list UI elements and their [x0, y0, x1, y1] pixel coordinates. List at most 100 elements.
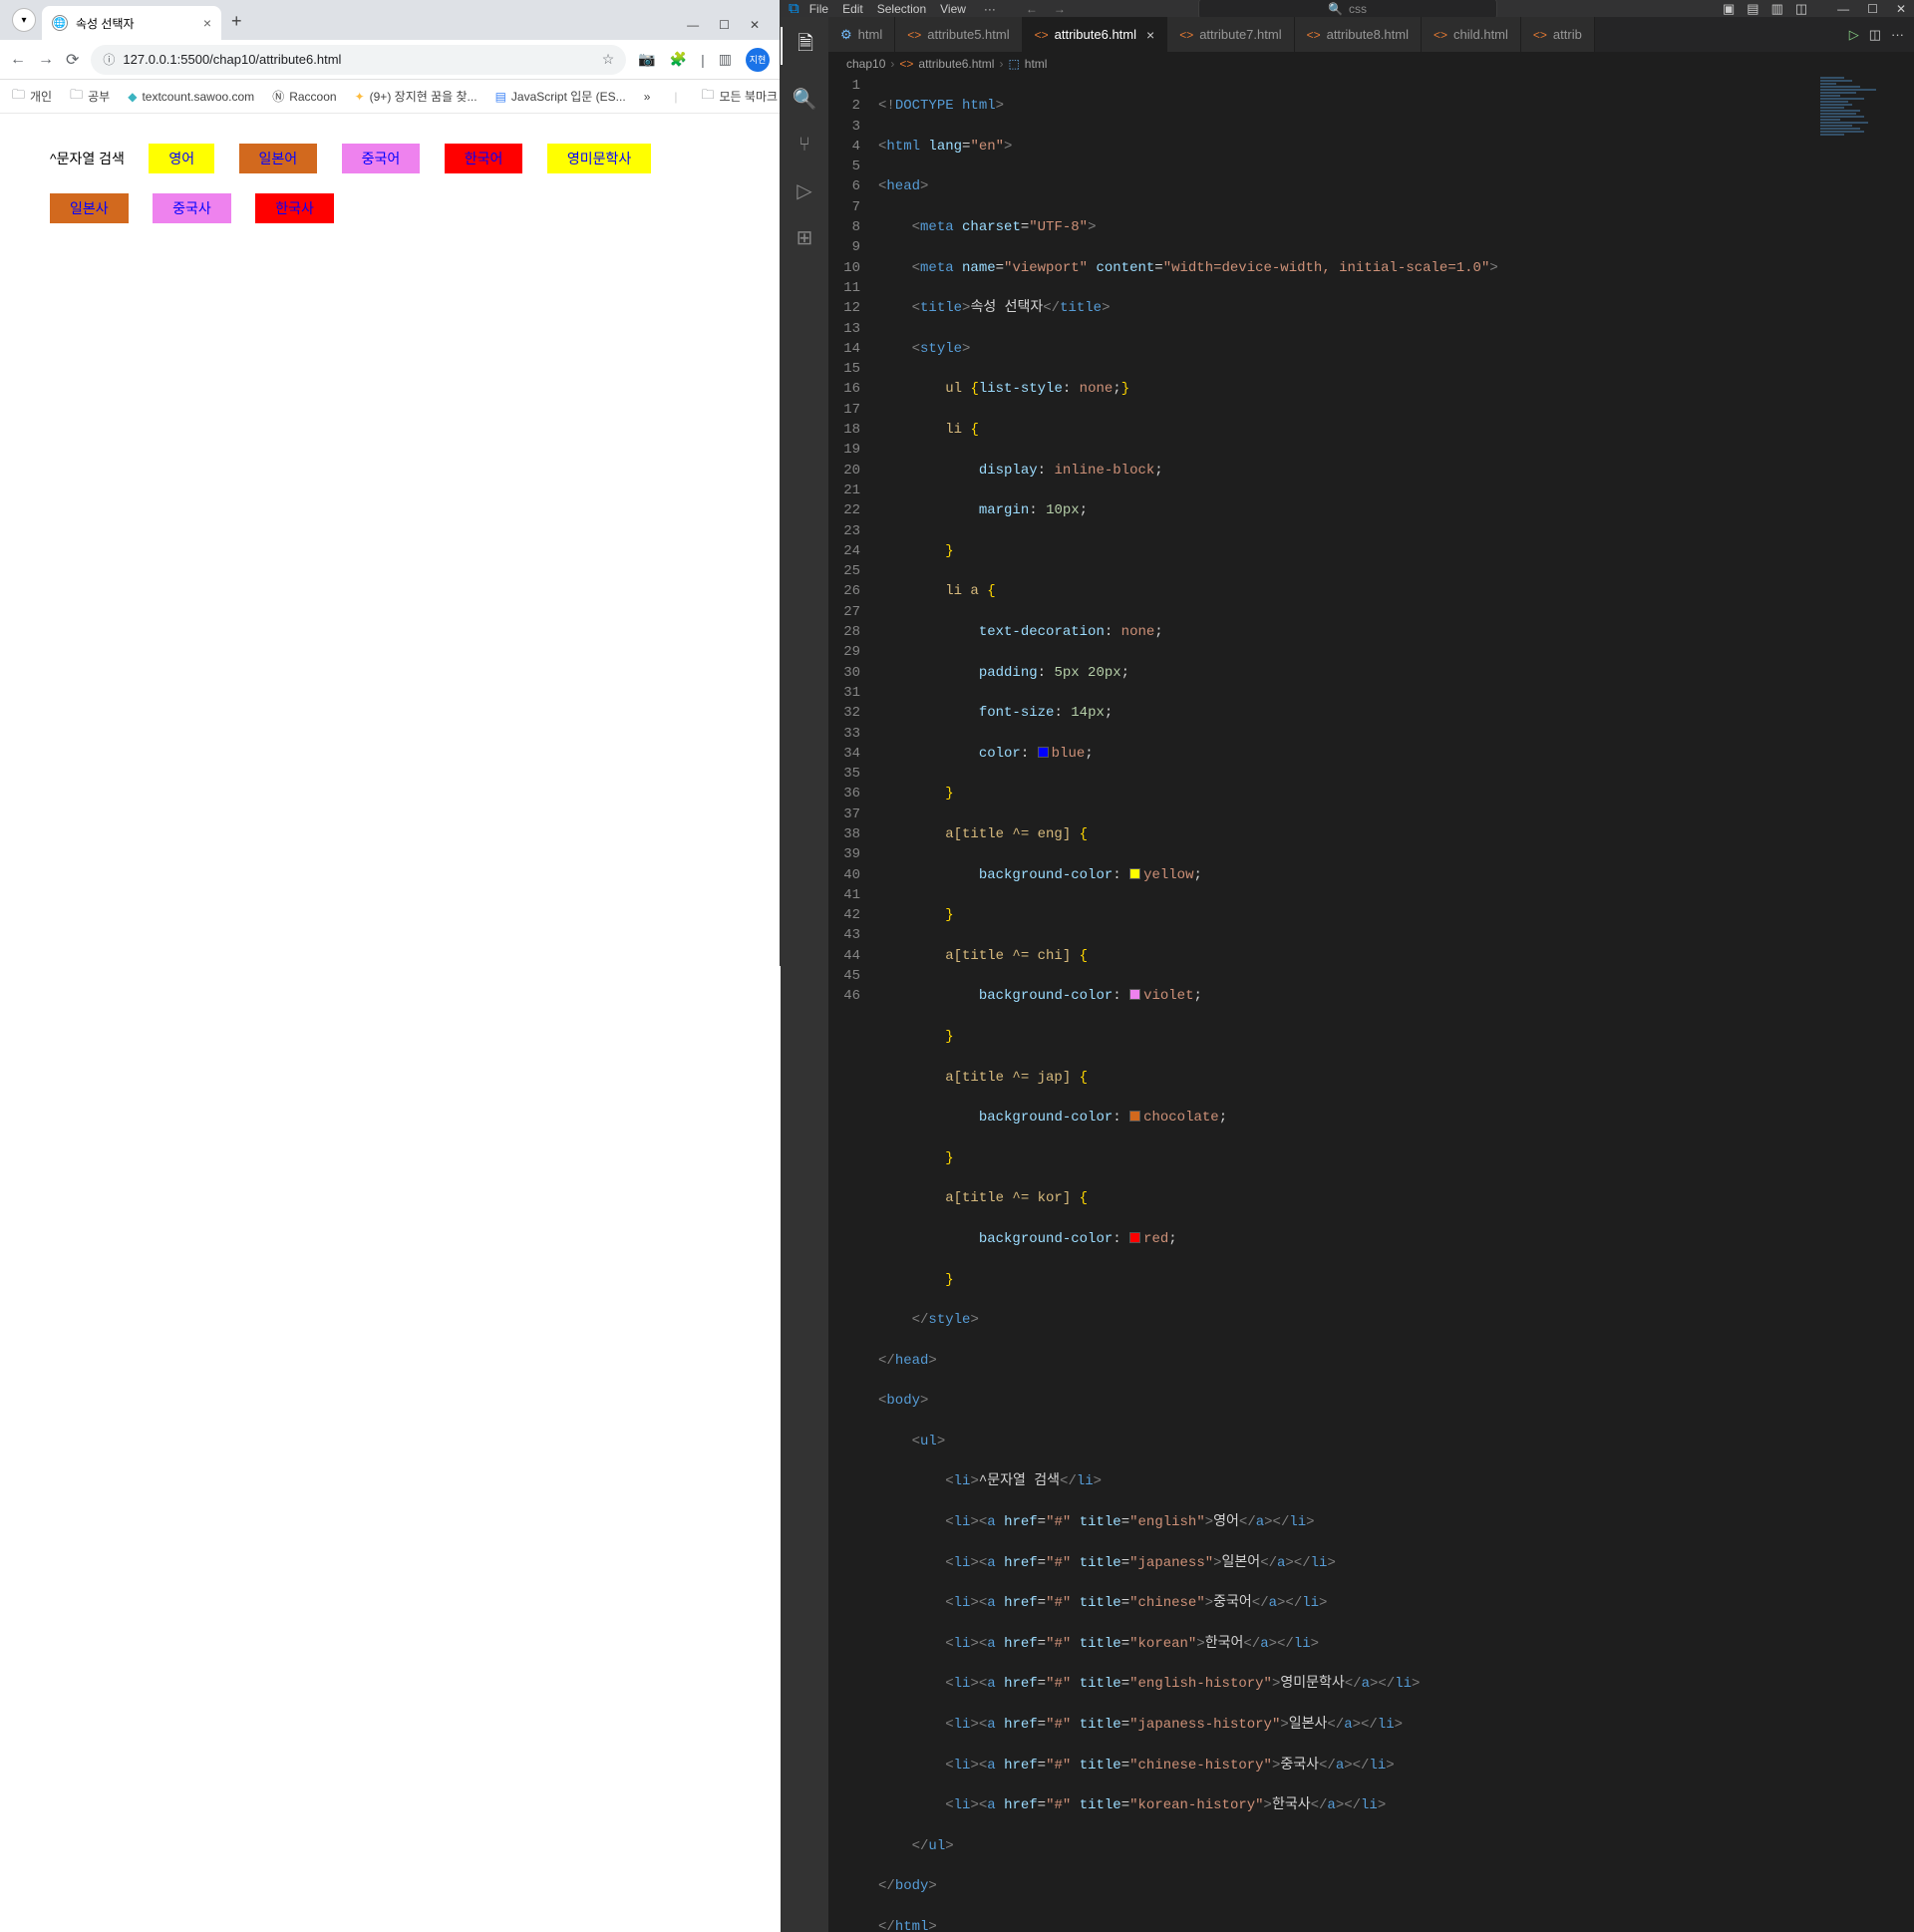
- bookmark-textcount[interactable]: ◆textcount.sawoo.com: [128, 90, 254, 104]
- layout-icon[interactable]: ◫: [1795, 1, 1807, 17]
- source-control-icon[interactable]: ⑂: [798, 134, 810, 157]
- minimize-icon[interactable]: —: [1837, 2, 1849, 16]
- split-icon[interactable]: ◫: [1869, 27, 1881, 43]
- overflow-icon[interactable]: »: [644, 90, 651, 104]
- html-icon: <>: [1434, 28, 1447, 42]
- html-icon: <>: [899, 57, 913, 71]
- search-icon[interactable]: 🔍: [793, 87, 817, 112]
- search-icon: 🔍: [1328, 2, 1343, 16]
- folder-icon: 🗀: [70, 86, 83, 108]
- vscode-window: ⧉ File Edit Selection View ··· ← → 🔍 css…: [781, 0, 1914, 966]
- link-english-history[interactable]: 영미문학사: [547, 144, 651, 173]
- layout-icon[interactable]: ▥: [1771, 1, 1783, 17]
- nav-forward-icon[interactable]: →: [1054, 2, 1066, 16]
- forward-button[interactable]: →: [38, 51, 54, 69]
- editor-tab-active[interactable]: <>attribute6.html×: [1023, 17, 1168, 52]
- list-item: 한국사: [255, 193, 334, 223]
- link-chinese-history[interactable]: 중국사: [153, 193, 231, 223]
- bookmark-study[interactable]: 🗀공부: [70, 86, 110, 108]
- menu-view[interactable]: View: [940, 2, 966, 16]
- maximize-icon[interactable]: ☐: [1867, 2, 1878, 16]
- url-input[interactable]: ⓘ 127.0.0.1:5500/chap10/attribute6.html …: [91, 45, 626, 75]
- window-controls: — ☐ ✕: [687, 18, 772, 40]
- minimize-icon[interactable]: —: [687, 18, 699, 32]
- address-bar: ← → ⟳ ⓘ 127.0.0.1:5500/chap10/attribute6…: [0, 40, 780, 80]
- demo-list: ^문자열 검색 영어 일본어 중국어 한국어 영미문학사 일본사 중국사 한국사: [40, 134, 740, 233]
- bookmark-all[interactable]: 🗀모든 북마크: [702, 86, 779, 108]
- link-japanese-history[interactable]: 일본사: [50, 193, 129, 223]
- close-icon[interactable]: ×: [1146, 27, 1154, 43]
- bookmark-dream[interactable]: ✦(9+) 장지현 꿈을 찾...: [355, 88, 478, 105]
- editor-tabs: ⚙html <>attribute5.html <>attribute6.htm…: [828, 17, 1914, 52]
- close-window-icon[interactable]: ✕: [750, 18, 760, 32]
- list-item: 한국어: [445, 144, 523, 173]
- url-text: 127.0.0.1:5500/chap10/attribute6.html: [123, 52, 341, 67]
- html-icon: <>: [1307, 28, 1321, 42]
- editor-area: ⚙html <>attribute5.html <>attribute6.htm…: [828, 17, 1914, 1932]
- folder-icon: 🗀: [12, 86, 25, 108]
- info-icon: ⓘ: [103, 51, 115, 68]
- bookmarks-bar: 🗀개인 🗀공부 ◆textcount.sawoo.com ⓃRaccoon ✦(…: [0, 80, 780, 114]
- list-item: 영어: [149, 144, 214, 173]
- breadcrumb[interactable]: chap10 › <> attribute6.html › ⬚ html: [828, 52, 1914, 76]
- link-chinese[interactable]: 중국어: [342, 144, 421, 173]
- activity-bar: 🗎 🔍 ⑂ ▷ ⊞ 👤: [781, 17, 828, 1932]
- editor-tab[interactable]: <>attrib: [1521, 17, 1595, 52]
- run-icon[interactable]: ▷: [797, 178, 811, 203]
- minimap[interactable]: [1820, 76, 1900, 235]
- star-icon: ✦: [355, 90, 365, 104]
- extensions-icon[interactable]: 🧩: [670, 51, 687, 68]
- symbol-icon: ⬚: [1008, 57, 1019, 71]
- list-item: 일본사: [50, 193, 129, 223]
- browser-window: ▾ 🌐 속성 선택자 × + — ☐ ✕ ← → ⟳ ⓘ 127.0.0.1:5…: [0, 0, 781, 966]
- link-korean-history[interactable]: 한국사: [255, 193, 334, 223]
- code-lines[interactable]: <!DOCTYPE html> <html lang="en"> <head> …: [878, 76, 1914, 1932]
- link-japanese[interactable]: 일본어: [239, 144, 318, 173]
- bookmark-personal[interactable]: 🗀개인: [12, 86, 52, 108]
- browser-tab[interactable]: 🌐 속성 선택자 ×: [42, 6, 221, 40]
- editor-tab[interactable]: <>attribute5.html: [895, 17, 1022, 52]
- link-english[interactable]: 영어: [149, 144, 214, 173]
- star-icon[interactable]: ☆: [602, 51, 615, 68]
- menu-more-icon[interactable]: ···: [984, 2, 996, 16]
- list-item: ^문자열 검색: [50, 149, 125, 168]
- menu-selection[interactable]: Selection: [877, 2, 926, 16]
- list-item: 영미문학사: [547, 144, 651, 173]
- editor-tab[interactable]: <>child.html: [1422, 17, 1521, 52]
- tab-search-dropdown[interactable]: ▾: [12, 8, 36, 32]
- run-icon[interactable]: ▷: [1849, 27, 1859, 43]
- editor-tab[interactable]: <>attribute8.html: [1295, 17, 1422, 52]
- folder-icon: 🗀: [702, 86, 715, 108]
- bookmark-js[interactable]: ▤JavaScript 입문 (ES...: [495, 88, 626, 105]
- extensions-icon[interactable]: ⊞: [797, 225, 813, 250]
- more-icon[interactable]: ···: [1891, 27, 1904, 42]
- html-icon: <>: [1035, 28, 1049, 42]
- vscode-titlebar: ⧉ File Edit Selection View ··· ← → 🔍 css…: [781, 0, 1914, 17]
- divider: |: [701, 52, 705, 68]
- list-item: 일본어: [239, 144, 318, 173]
- code-editor[interactable]: 1234567891011121314151617181920212223242…: [828, 76, 1914, 1932]
- close-icon[interactable]: ×: [203, 15, 211, 31]
- editor-tab[interactable]: ⚙html: [828, 17, 895, 52]
- layout-icon[interactable]: ▤: [1747, 1, 1758, 17]
- reload-button[interactable]: ⟳: [66, 50, 79, 70]
- bookmark-raccoon[interactable]: ⓃRaccoon: [272, 88, 336, 105]
- menu-edit[interactable]: Edit: [842, 2, 863, 16]
- close-icon[interactable]: ✕: [1896, 2, 1906, 16]
- list-item: 중국어: [342, 144, 421, 173]
- diamond-icon: ◆: [128, 90, 137, 104]
- layout-icon[interactable]: ▣: [1723, 1, 1735, 17]
- camera-icon[interactable]: 📷: [638, 51, 655, 68]
- settings-icon: ⚙: [840, 27, 852, 43]
- menu-file[interactable]: File: [809, 2, 828, 16]
- sidepanel-icon[interactable]: ▥: [719, 51, 732, 68]
- explorer-icon[interactable]: 🗎: [781, 27, 828, 65]
- globe-icon: 🌐: [52, 15, 68, 31]
- nav-back-icon[interactable]: ←: [1026, 2, 1038, 16]
- new-tab-button[interactable]: +: [231, 11, 242, 32]
- link-korean[interactable]: 한국어: [445, 144, 523, 173]
- profile-avatar[interactable]: 지현: [746, 48, 770, 72]
- back-button[interactable]: ←: [10, 51, 26, 69]
- maximize-icon[interactable]: ☐: [719, 18, 730, 32]
- editor-tab[interactable]: <>attribute7.html: [1167, 17, 1294, 52]
